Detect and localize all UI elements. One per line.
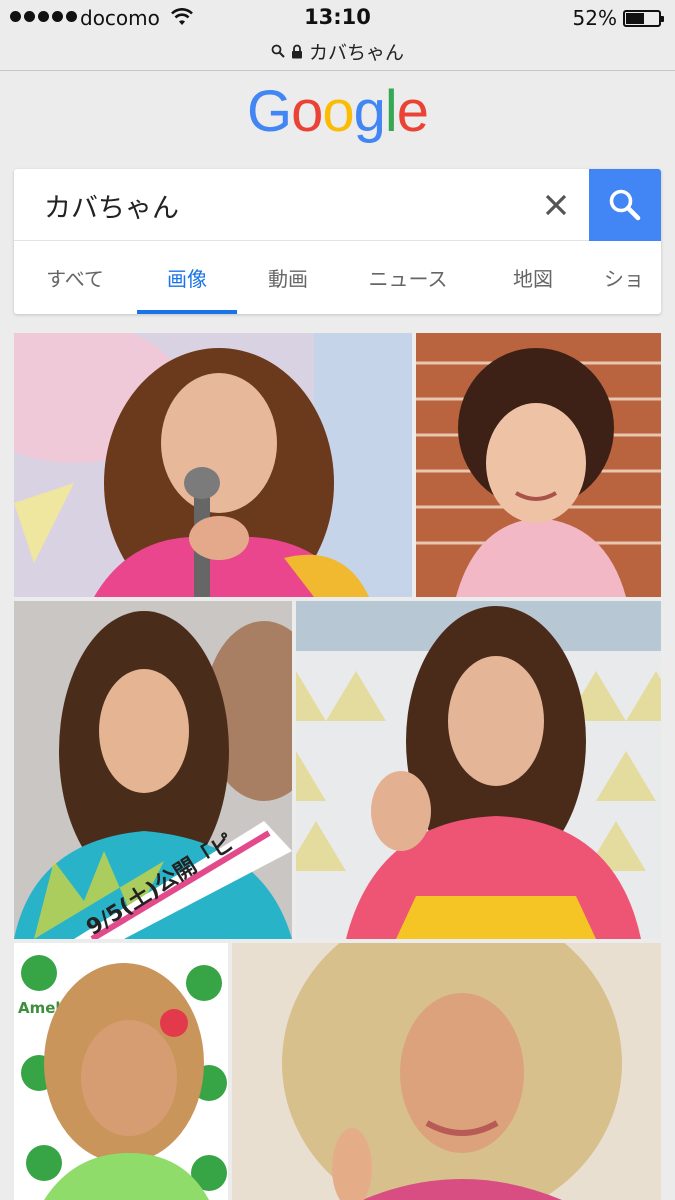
logo-letter: l [384, 79, 398, 144]
active-tab-indicator [137, 310, 237, 314]
image-result[interactable]: 9/5(土)公開「ピ [14, 601, 292, 939]
lock-icon [291, 44, 302, 58]
logo-letter: e [396, 79, 429, 144]
search-bar [14, 169, 661, 241]
battery-icon [623, 10, 664, 27]
image-result[interactable]: Ameba [14, 943, 228, 1200]
address-bar[interactable]: カバちゃん [0, 36, 675, 66]
search-tabs: すべて 画像 動画 ニュース 地図 ショ [14, 241, 661, 314]
logo-letter: o [322, 79, 354, 144]
address-divider [0, 70, 675, 71]
image-result[interactable] [416, 333, 661, 597]
status-bar: docomo 13:10 52% [0, 0, 675, 38]
clear-button[interactable] [536, 183, 576, 227]
logo-letter: g [353, 79, 386, 144]
address-text: カバちゃん [308, 41, 404, 64]
tab-shopping[interactable]: ショ [604, 241, 661, 314]
search-input[interactable] [44, 185, 524, 225]
search-card: すべて 画像 動画 ニュース 地図 ショ [14, 169, 661, 314]
image-result[interactable] [14, 333, 412, 597]
search-button[interactable] [589, 169, 661, 241]
search-icon [609, 189, 641, 221]
tab-videos[interactable]: 動画 [248, 241, 328, 314]
battery-percentage: 52% [572, 6, 617, 30]
image-result[interactable] [232, 943, 661, 1200]
tab-images[interactable]: 画像 [142, 241, 232, 314]
image-result[interactable] [296, 601, 661, 939]
tab-news[interactable]: ニュース [348, 241, 468, 314]
logo-letter: G [246, 79, 292, 144]
google-logo[interactable]: Google [0, 78, 675, 145]
logo-letter: o [291, 79, 323, 144]
tab-all[interactable]: すべて [34, 241, 116, 314]
search-icon [271, 44, 285, 58]
tab-maps[interactable]: 地図 [492, 241, 574, 314]
close-icon [545, 194, 567, 216]
